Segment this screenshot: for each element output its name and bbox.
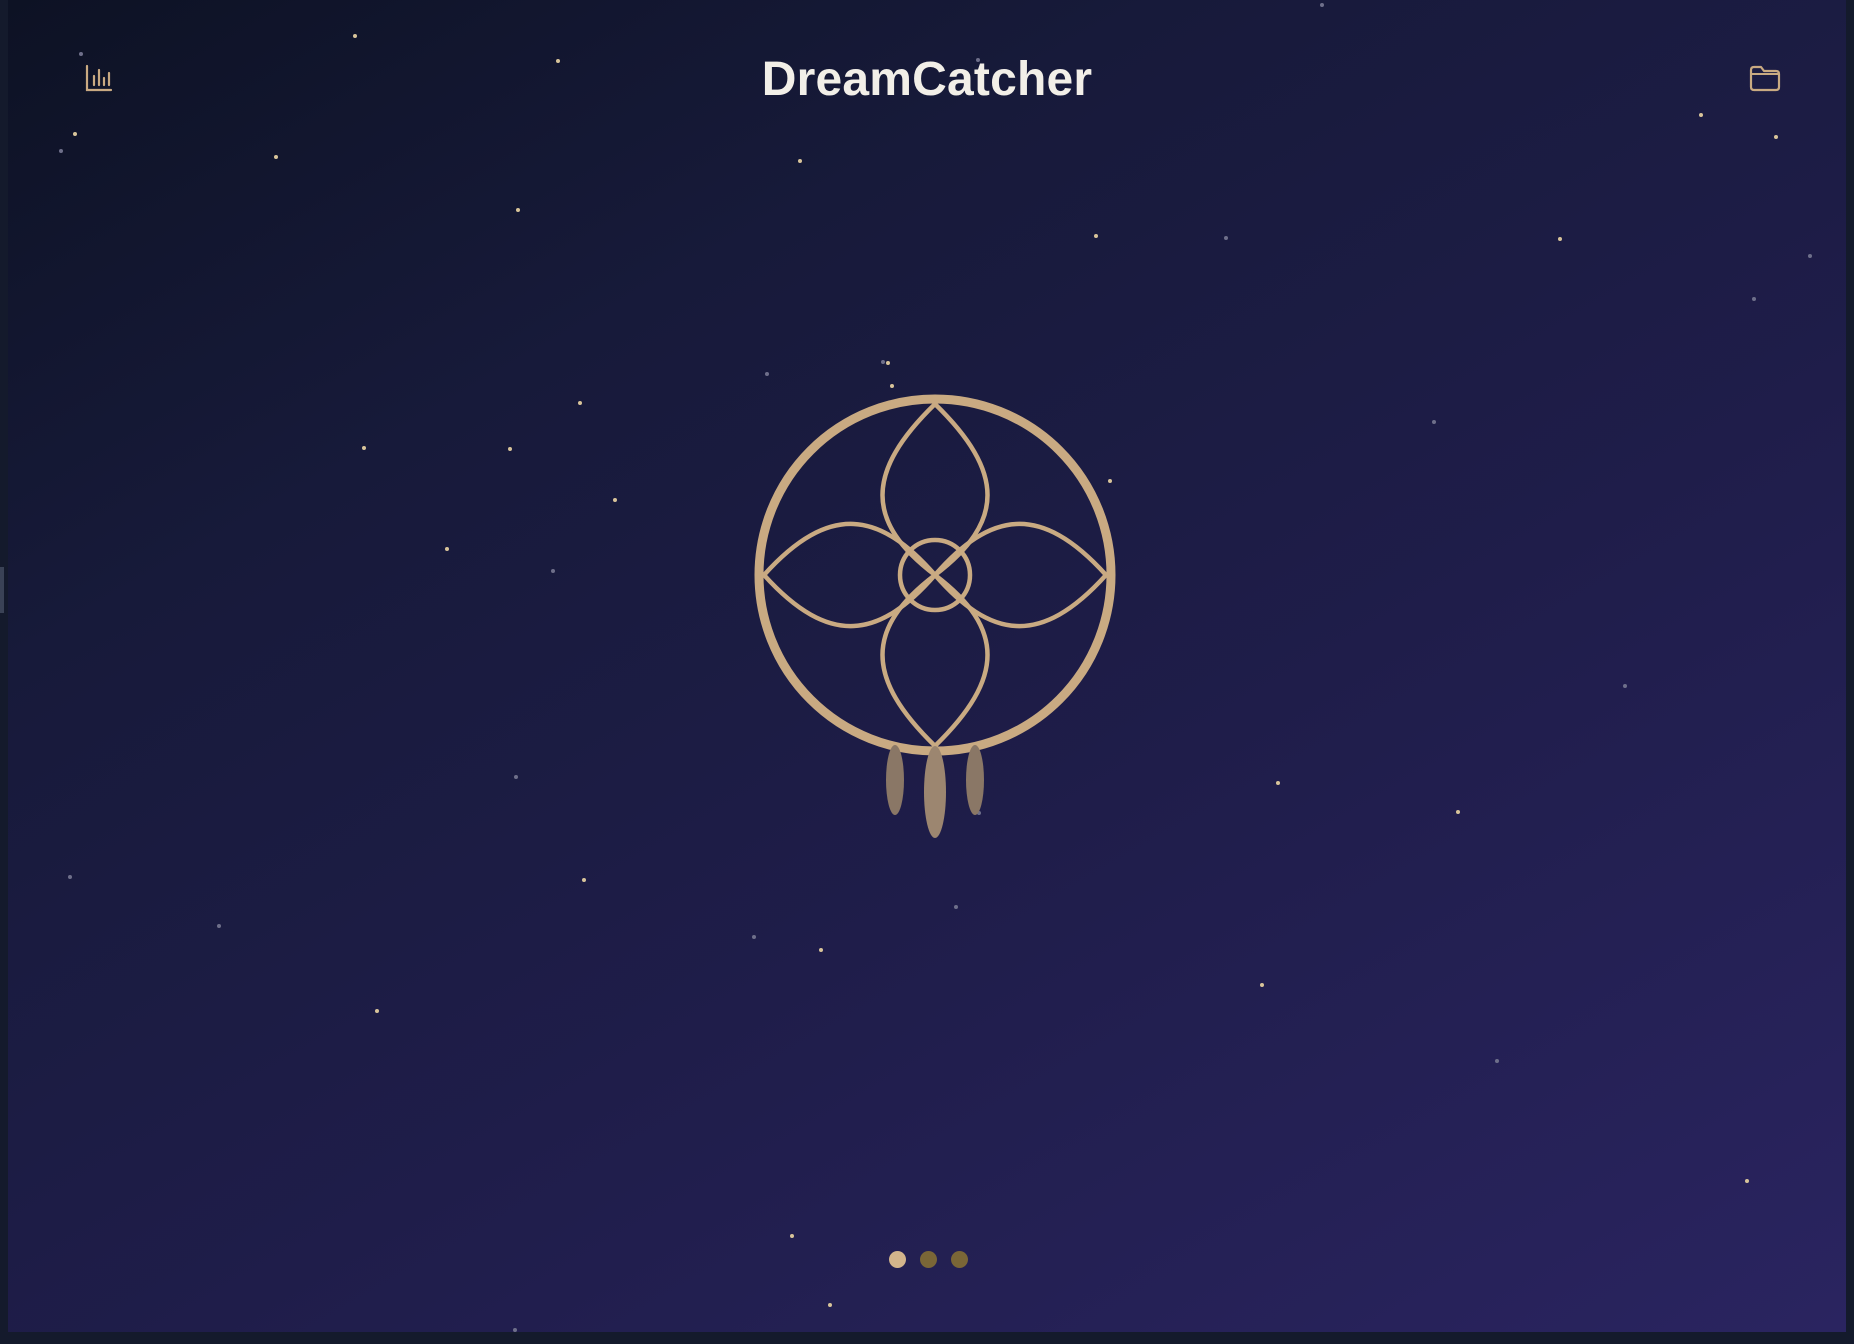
window-right-edge xyxy=(1846,0,1854,1344)
window-left-edge xyxy=(0,0,8,1344)
dreamcatcher-logo xyxy=(754,394,1116,838)
page-dot-3[interactable] xyxy=(950,1251,968,1268)
folder-icon xyxy=(1749,65,1781,92)
page-dot-1[interactable] xyxy=(888,1251,906,1268)
top-bar: DreamCatcher xyxy=(8,0,1846,168)
resize-handle[interactable] xyxy=(0,567,4,613)
app-window: DreamCatcher xyxy=(8,0,1846,1332)
page-indicator xyxy=(8,1251,1846,1269)
window-bottom-edge xyxy=(0,1332,1854,1344)
app-title: DreamCatcher xyxy=(761,53,1093,106)
folder-button[interactable] xyxy=(1737,50,1793,106)
page-dot-2[interactable] xyxy=(919,1251,937,1268)
